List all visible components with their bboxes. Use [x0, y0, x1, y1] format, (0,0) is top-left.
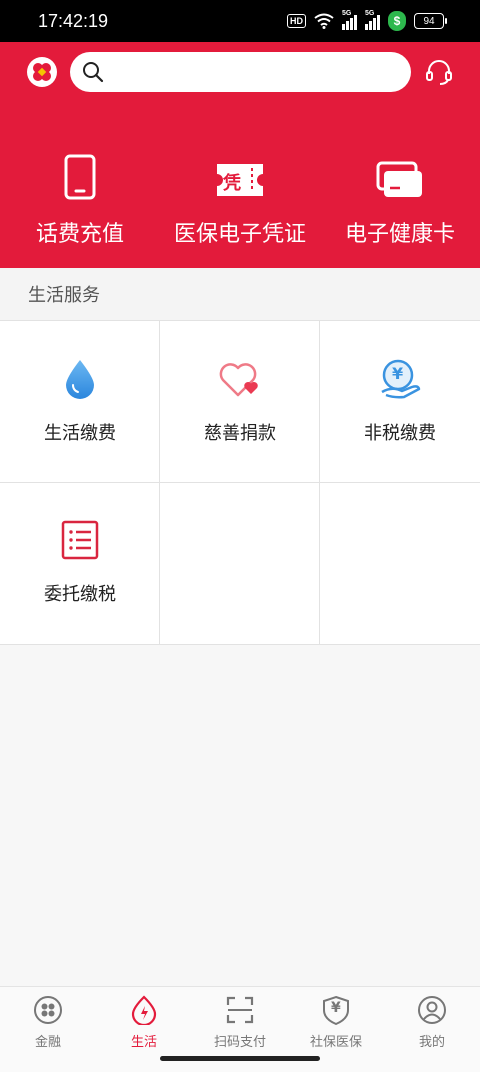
service-charity-donation[interactable]: 慈善捐款 — [160, 321, 320, 482]
quick-action-label: 话费充值 — [35, 222, 124, 247]
yuan-coin-hand-icon: ¥ — [378, 357, 422, 401]
tab-life[interactable]: 生活 — [96, 987, 192, 1051]
gesture-bar — [0, 1050, 480, 1072]
quick-action-label: 医保电子凭证 — [173, 222, 306, 247]
profile-icon — [417, 995, 447, 1025]
tab-scan-pay[interactable]: 扫码支付 — [192, 987, 288, 1051]
heart-icon — [218, 357, 262, 401]
service-label: 慈善捐款 — [204, 423, 276, 444]
customer-service-icon[interactable] — [424, 57, 454, 87]
section-title: 生活服务 — [0, 268, 480, 320]
security-shield-icon: $ — [388, 11, 406, 31]
quick-action-medical-voucher[interactable]: 凭 医保电子凭证 — [170, 152, 310, 248]
life-flame-icon — [129, 995, 159, 1025]
bottom-navigation: 金融 生活 扫码支付 ¥ 社保医保 我的 — [0, 986, 480, 1050]
battery-icon: 94 — [414, 13, 447, 29]
health-card-icon — [376, 152, 424, 200]
bank-logo-icon[interactable] — [27, 57, 57, 87]
service-non-tax-payment[interactable]: ¥ 非税缴费 — [320, 321, 480, 482]
phone-icon — [64, 152, 96, 200]
home-indicator[interactable] — [160, 1056, 320, 1061]
quick-action-label: 电子健康卡 — [344, 222, 455, 247]
hd-icon: HD — [287, 14, 306, 28]
water-drop-icon — [64, 357, 96, 401]
list-document-icon — [61, 518, 99, 562]
search-bar[interactable] — [70, 52, 411, 92]
quick-action-health-card[interactable]: 电子健康卡 — [340, 152, 460, 248]
service-utility-payment[interactable]: 生活缴费 — [0, 321, 160, 482]
status-bar: 17:42:19 HD 5G 5G $ 94 — [0, 0, 480, 42]
signal-icon-2: 5G — [365, 10, 380, 30]
finance-icon — [33, 995, 63, 1025]
signal-icon-1: 5G — [342, 10, 357, 30]
tab-social-insurance[interactable]: ¥ 社保医保 — [288, 987, 384, 1051]
status-time: 17:42:19 — [38, 10, 109, 31]
service-label: 委托缴税 — [44, 584, 116, 605]
service-label: 生活缴费 — [44, 423, 116, 444]
tab-finance[interactable]: 金融 — [0, 987, 96, 1051]
service-entrusted-tax[interactable]: 委托缴税 — [0, 482, 160, 643]
status-indicators: HD 5G 5G $ 94 — [287, 10, 447, 31]
service-label: 非税缴费 — [364, 423, 436, 444]
shield-yuan-icon: ¥ — [321, 995, 351, 1025]
quick-action-phone-recharge[interactable]: 话费充值 — [25, 152, 135, 248]
services-grid: 生活缴费 慈善捐款 ¥ 非税缴费 委托缴税 — [0, 320, 480, 645]
voucher-icon: 凭 — [215, 152, 265, 200]
tab-profile[interactable]: 我的 — [384, 987, 480, 1051]
scan-icon — [225, 995, 255, 1025]
search-icon — [83, 62, 104, 83]
search-input[interactable] — [112, 63, 392, 81]
header: 话费充值 凭 医保电子凭证 电子健康卡 — [0, 42, 480, 268]
wifi-icon — [314, 13, 334, 29]
